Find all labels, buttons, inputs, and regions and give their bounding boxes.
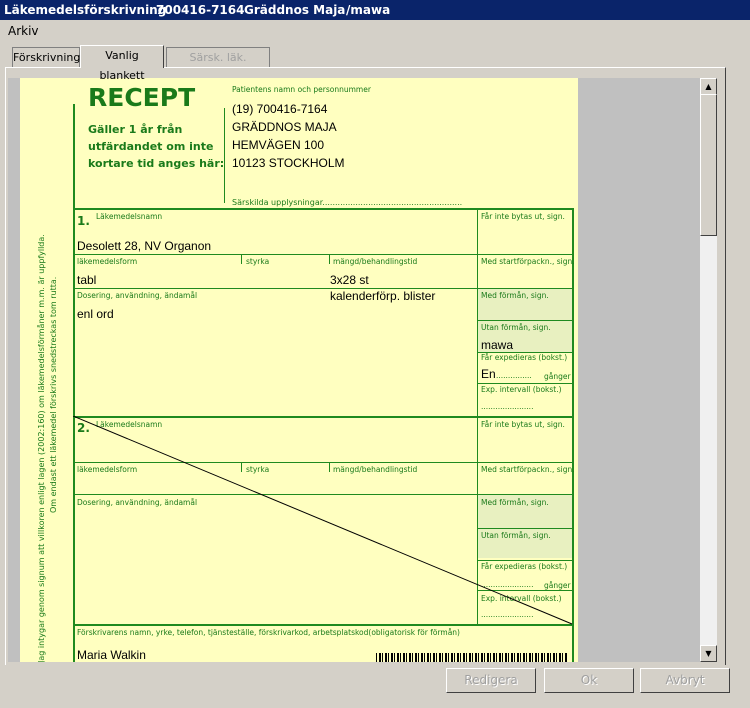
scroll-up-icon[interactable]: ▲ bbox=[700, 78, 717, 95]
tab-forskrivning[interactable]: Förskrivning bbox=[12, 47, 80, 67]
rx1-form: tabl bbox=[77, 273, 97, 287]
rx1-exped-label: Får expedieras (bokst.) bbox=[481, 353, 568, 362]
ok-button[interactable]: Ok bbox=[544, 668, 634, 693]
tab-sarsk-lak-blankett: Särsk. läk. blankett bbox=[166, 47, 270, 84]
rx1-interval-label: Exp. intervall (bokst.) bbox=[481, 385, 562, 394]
rx1-start-label: Med startförpackn., sign. bbox=[481, 257, 575, 266]
rx2-strike-line bbox=[73, 416, 573, 625]
menu-bar: Arkiv bbox=[0, 20, 750, 42]
tab-vanlig-blankett[interactable]: Vanlig blankett bbox=[80, 45, 164, 82]
menu-arkiv[interactable]: Arkiv bbox=[8, 24, 39, 38]
recept-heading: RECEPT bbox=[88, 83, 196, 112]
barcode bbox=[376, 653, 568, 662]
rx1-dos-label: Dosering, användning, ändamål bbox=[77, 291, 198, 300]
rx1-exped-value: En bbox=[481, 367, 496, 381]
vertical-scrollbar[interactable]: ▲ ▼ bbox=[700, 78, 717, 662]
rx1-mangd-label: mängd/behandlingstid bbox=[333, 257, 418, 266]
sarskilda-label: Särskilda upplysningar..................… bbox=[232, 198, 463, 207]
window-title-name: Gräddnos Maja bbox=[244, 3, 346, 17]
rx1-utan-forman-label: Utan förmån, sign. bbox=[481, 323, 551, 332]
rx1-name-label: Läkemedelsnamn bbox=[96, 212, 163, 221]
title-bar: Läkemedelsförskrivning 700416-7164 Grädd… bbox=[0, 0, 750, 20]
rx1-ganger-label: gånger bbox=[544, 372, 571, 381]
rx1-med-forman-label: Med förmån, sign. bbox=[481, 291, 549, 300]
form-viewport: RECEPT Gäller 1 år från utfärdandet om in… bbox=[8, 78, 700, 662]
validity-text: Gäller 1 år från utfärdandet om inte korta… bbox=[88, 123, 225, 170]
rx1-styrka-label: styrka bbox=[246, 257, 270, 266]
rx1-mangd2: kalenderförp. blister bbox=[330, 289, 436, 303]
rx1-mangd: 3x28 st bbox=[330, 273, 369, 287]
rx1-dos: enl ord bbox=[77, 307, 114, 321]
patient-label: Patientens namn och personnummer bbox=[232, 85, 371, 94]
rx1-utan-forman-value: mawa bbox=[481, 338, 514, 352]
forskrivare-name: Maria Walkin bbox=[77, 648, 146, 662]
window-title-app: Läkemedelsförskrivning bbox=[4, 3, 167, 17]
scroll-down-icon[interactable]: ▼ bbox=[700, 645, 717, 662]
redigera-button[interactable]: Redigera bbox=[446, 668, 536, 693]
rx1-byte-label: Får inte bytas ut, sign. bbox=[481, 212, 565, 221]
patient-block: (19) 700416-7164 GRÄDDNOS MAJA HEMVÄGEN 10… bbox=[232, 102, 345, 170]
forskrivare-label: Förskrivarens namn, yrke, telefon, tjäns… bbox=[77, 628, 460, 637]
window-title-pnr: 700416-7164 bbox=[156, 3, 245, 17]
prescription-form: RECEPT Gäller 1 år från utfärdandet om in… bbox=[20, 78, 578, 662]
rx1-drug-name: Desolett 28, NV Organon bbox=[77, 239, 212, 253]
avbryt-button[interactable]: Avbryt bbox=[640, 668, 730, 693]
window-title-user: /mawa bbox=[346, 3, 391, 17]
rx1-number: 1. bbox=[77, 214, 90, 228]
scroll-thumb[interactable] bbox=[700, 94, 717, 236]
side-legal-text: Jag intygar genom signum att villkoren e… bbox=[37, 234, 58, 662]
rx1-form-label: läkemedelsform bbox=[77, 257, 138, 266]
